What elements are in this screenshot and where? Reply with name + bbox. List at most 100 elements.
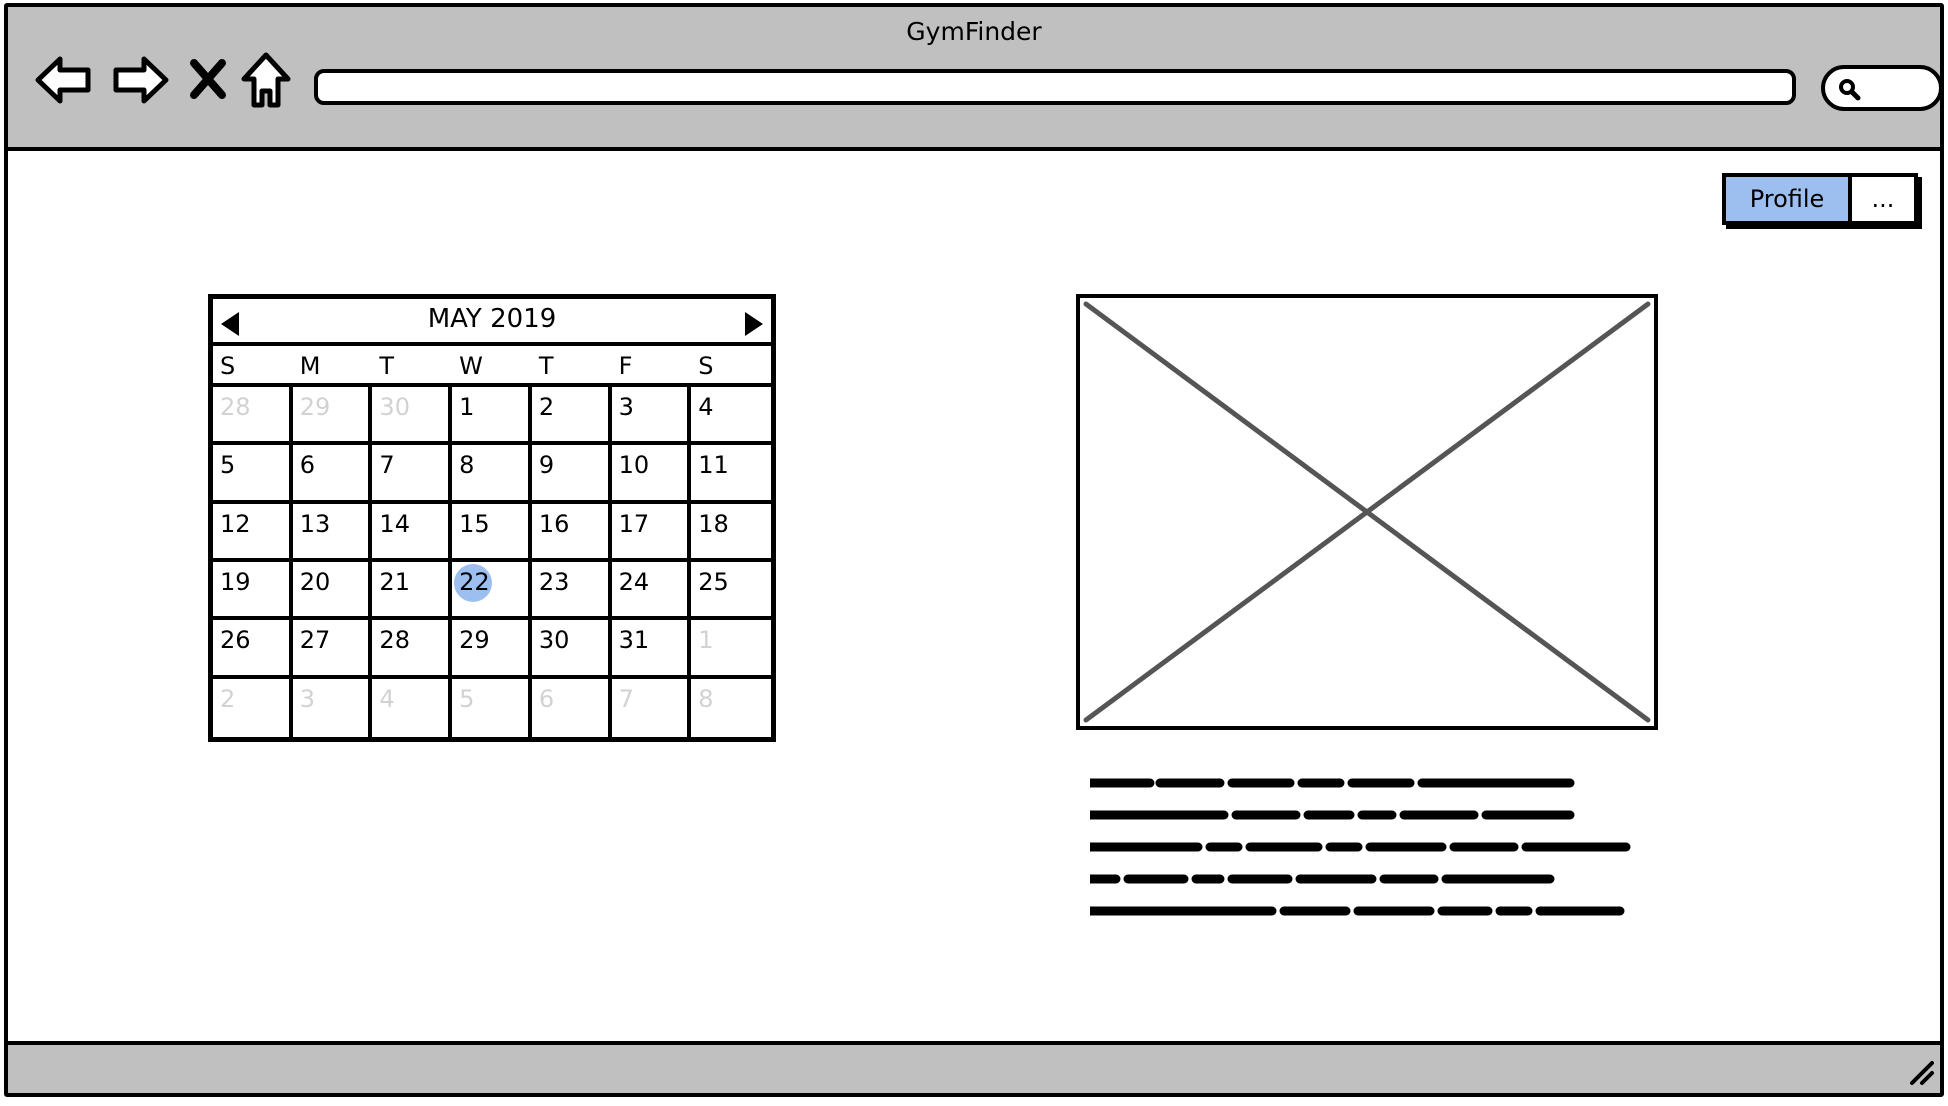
calendar-day[interactable]: 3 — [293, 678, 373, 737]
profile-button[interactable]: Profile — [1726, 177, 1852, 221]
calendar-day-number: 7 — [379, 451, 395, 480]
calendar-day-number: 28 — [220, 393, 251, 421]
calendar-day-number: 8 — [459, 451, 475, 480]
home-icon[interactable] — [240, 49, 292, 111]
calendar-day-number: 30 — [379, 393, 410, 421]
calendar-day-selected[interactable]: 22 — [452, 561, 532, 621]
forward-arrow-icon[interactable] — [108, 49, 170, 111]
weekday-label: T — [538, 352, 554, 380]
calendar-day[interactable]: 18 — [691, 504, 771, 562]
resize-grip-icon[interactable] — [1906, 1057, 1936, 1087]
calendar-day-number: 4 — [698, 393, 714, 421]
calendar-day[interactable]: 17 — [611, 503, 692, 562]
calendar-day[interactable]: 6 — [292, 445, 373, 504]
calendar-day[interactable]: 27 — [292, 620, 373, 679]
calendar-day-number: 31 — [618, 626, 650, 655]
calendar-day-number: 29 — [459, 626, 490, 655]
calendar-day-number: 11 — [698, 451, 729, 480]
calendar-day[interactable]: 20 — [292, 561, 373, 621]
calendar-day[interactable]: 28 — [213, 387, 293, 446]
calendar-day[interactable]: 9 — [531, 445, 612, 504]
next-month-icon[interactable] — [743, 311, 765, 337]
date-picker-calendar: MAY 2019 S M T W T F S 28 29 30 1 2 3 4 5 6 7 8 9 10… — [208, 294, 776, 742]
calendar-day[interactable]: 21 — [372, 561, 453, 621]
back-arrow-icon[interactable] — [34, 49, 96, 111]
calendar-day-number: 5 — [459, 684, 475, 713]
image-placeholder — [1076, 294, 1658, 730]
calendar-month-title: MAY 2019 — [427, 304, 557, 334]
calendar-day[interactable]: 11 — [691, 445, 771, 504]
calendar-day[interactable]: 1 — [452, 387, 532, 446]
calendar-day[interactable]: 13 — [292, 503, 373, 562]
calendar-day[interactable]: 14 — [372, 503, 453, 562]
calendar-day[interactable]: 23 — [531, 561, 612, 621]
calendar-day-number: 2 — [538, 393, 555, 421]
placeholder-text-block — [1085, 775, 1640, 925]
calendar-day[interactable]: 19 — [213, 561, 293, 621]
url-input[interactable] — [314, 69, 1796, 105]
calendar-day-number: 23 — [538, 567, 570, 596]
calendar-day-number: 28 — [379, 626, 410, 655]
search-input[interactable] — [1821, 65, 1943, 111]
calendar-day[interactable]: 7 — [612, 678, 692, 737]
profile-button-group: Profile ... — [1722, 173, 1918, 225]
calendar-day-number: 26 — [220, 626, 251, 655]
calendar-day-number: 2 — [220, 684, 236, 713]
weekday-label: M — [299, 352, 321, 380]
calendar-day-number: 22 — [454, 563, 492, 602]
calendar-day[interactable]: 24 — [611, 561, 692, 621]
calendar-day-number: 1 — [459, 393, 475, 421]
calendar-day-number: 30 — [538, 626, 570, 655]
calendar-day-number: 21 — [379, 567, 410, 596]
calendar-day[interactable]: 28 — [372, 620, 453, 679]
calendar-day-number: 16 — [538, 509, 570, 538]
calendar-day[interactable]: 3 — [611, 387, 692, 446]
calendar-day-grid: 28 29 30 1 2 3 4 5 6 7 8 9 10 11 12 13 14 15 16 17 18 19 20 21 2… — [213, 387, 771, 737]
calendar-day[interactable]: 10 — [611, 445, 692, 504]
weekday-label: T — [379, 352, 395, 380]
search-icon — [1837, 77, 1861, 101]
calendar-day[interactable]: 25 — [691, 562, 771, 621]
calendar-day-number: 4 — [379, 684, 395, 713]
calendar-day[interactable]: 8 — [452, 445, 532, 504]
weekday-label: S — [698, 352, 714, 380]
calendar-day[interactable]: 16 — [531, 503, 612, 562]
calendar-day-number: 25 — [698, 567, 729, 596]
calendar-day[interactable]: 7 — [372, 445, 453, 504]
calendar-day-number: 17 — [618, 509, 650, 538]
status-bar — [8, 1041, 1940, 1093]
weekday-header-row: S M T W T F S — [213, 346, 771, 387]
more-button[interactable]: ... — [1852, 177, 1914, 221]
calendar-day-number: 19 — [220, 567, 251, 596]
calendar-day[interactable]: 30 — [531, 620, 612, 679]
calendar-day-number: 9 — [538, 451, 555, 480]
calendar-day[interactable]: 31 — [611, 620, 692, 679]
calendar-day-number: 24 — [618, 567, 650, 596]
calendar-day[interactable]: 2 — [531, 387, 612, 446]
calendar-day-number: 10 — [618, 451, 650, 480]
calendar-day[interactable]: 4 — [691, 387, 771, 446]
calendar-day[interactable]: 15 — [452, 503, 532, 562]
calendar-day-number: 8 — [698, 684, 714, 713]
calendar-day[interactable]: 1 — [691, 620, 771, 679]
window-title: GymFinder — [906, 17, 1042, 46]
calendar-day[interactable]: 12 — [213, 503, 293, 562]
calendar-day-number: 6 — [538, 684, 555, 713]
calendar-day[interactable]: 8 — [691, 679, 771, 737]
weekday-label: S — [220, 352, 236, 380]
weekday-label: W — [459, 352, 483, 380]
calendar-day[interactable]: 5 — [213, 445, 293, 504]
calendar-day[interactable]: 29 — [452, 620, 532, 679]
calendar-day-number: 13 — [299, 509, 331, 538]
calendar-day[interactable]: 4 — [372, 678, 453, 737]
close-icon[interactable] — [186, 49, 230, 111]
calendar-day[interactable]: 5 — [452, 678, 532, 737]
calendar-day[interactable]: 26 — [213, 620, 293, 679]
calendar-day[interactable]: 6 — [532, 678, 612, 737]
calendar-day-number: 27 — [299, 626, 331, 655]
calendar-day-number: 14 — [379, 509, 410, 538]
calendar-day[interactable]: 30 — [372, 387, 453, 446]
calendar-day[interactable]: 2 — [213, 678, 293, 737]
calendar-day-number: 3 — [299, 684, 315, 713]
calendar-day[interactable]: 29 — [292, 387, 373, 446]
